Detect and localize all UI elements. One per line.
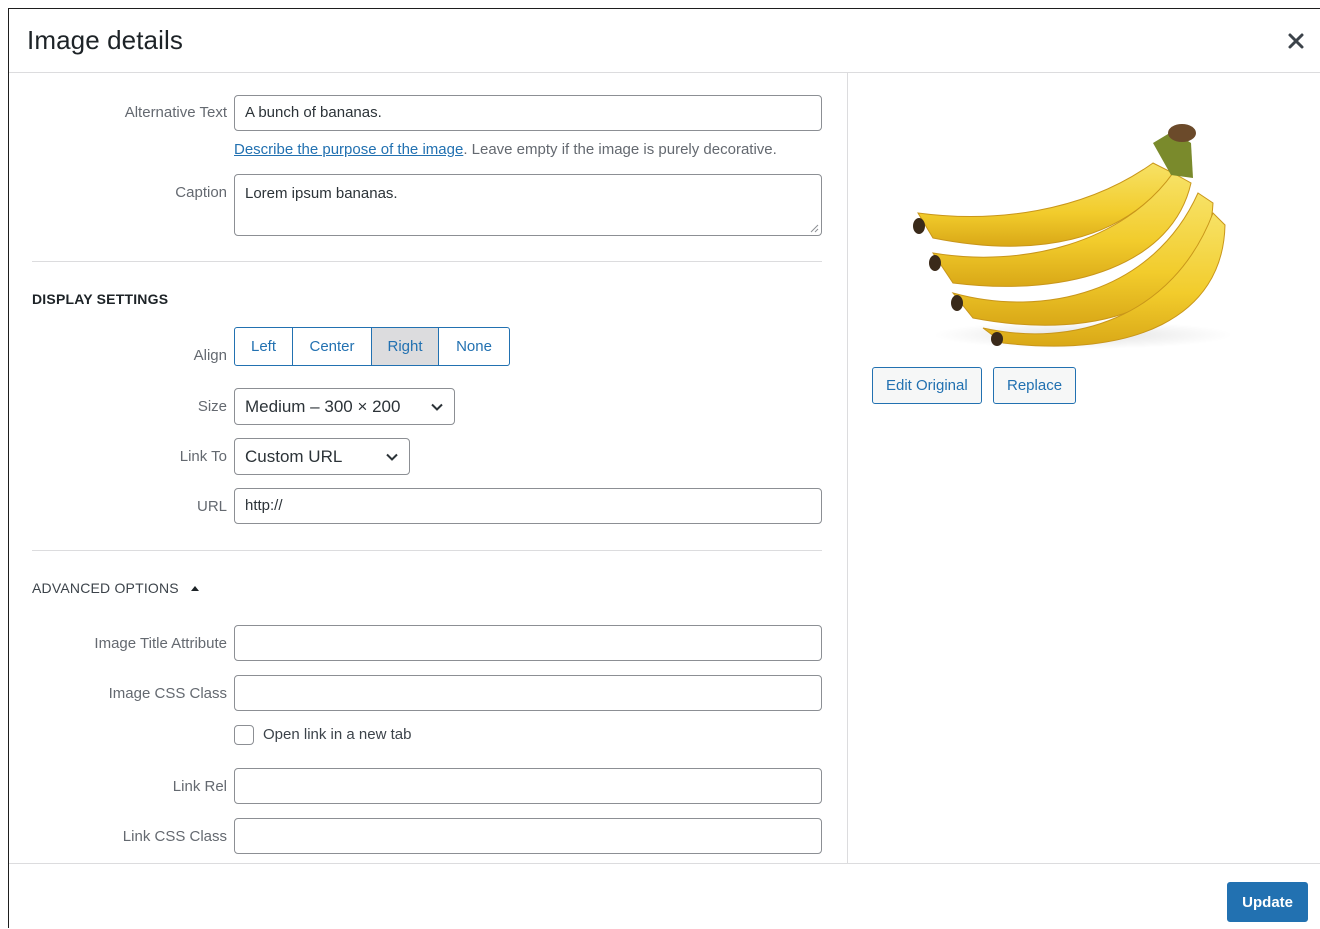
section-divider — [32, 550, 822, 551]
caption-textarea[interactable]: Lorem ipsum bananas. — [234, 174, 822, 236]
open-new-tab-checkbox[interactable] — [234, 725, 254, 745]
link-css-class-input[interactable] — [234, 818, 822, 854]
align-label: Align — [193, 347, 227, 364]
banana-bunch-image — [913, 124, 1233, 349]
settings-pane: Alternative Text A bunch of bananas. Des… — [9, 73, 848, 863]
link-to-label: Link To — [179, 448, 227, 465]
alt-text-label: Alternative Text — [124, 104, 227, 121]
caption-label: Caption — [175, 184, 227, 201]
close-button[interactable] — [1282, 27, 1310, 55]
align-left-button[interactable]: Left — [234, 327, 293, 366]
link-to-select[interactable]: Custom URL — [234, 438, 410, 475]
align-center-button[interactable]: Center — [292, 327, 372, 366]
close-icon — [1288, 33, 1304, 49]
size-label: Size — [197, 398, 227, 415]
url-input[interactable]: http:// — [234, 488, 822, 524]
link-rel-input[interactable] — [234, 768, 822, 804]
replace-button[interactable]: Replace — [993, 367, 1077, 404]
edit-original-button[interactable]: Edit Original — [872, 367, 982, 404]
dialog-title: Image details — [27, 25, 183, 55]
link-to-select-value: Custom URL — [245, 446, 343, 466]
triangle-up-icon — [190, 586, 199, 591]
align-none-button[interactable]: None — [438, 327, 510, 366]
dialog-header: Image details — [9, 9, 1320, 73]
display-settings-heading: Display Settings — [32, 291, 169, 307]
resize-grip-icon[interactable] — [809, 223, 819, 233]
advanced-options-toggle[interactable]: Advanced Options — [32, 580, 201, 596]
image-title-attribute-input[interactable] — [234, 625, 822, 661]
chevron-down-icon — [386, 453, 398, 461]
image-details-dialog: Image details Alternative Text A bunch o… — [8, 8, 1320, 929]
url-label: URL — [196, 498, 227, 515]
alt-text-help-rest: . Leave empty if the image is purely dec… — [463, 141, 777, 158]
alt-text-help: Describe the purpose of the image. Leave… — [234, 141, 777, 158]
advanced-options-heading: Advanced Options — [32, 580, 179, 596]
link-rel-label: Link Rel — [172, 778, 227, 795]
update-button[interactable]: Update — [1227, 882, 1308, 922]
image-css-class-label: Image CSS Class — [108, 685, 227, 702]
align-button-group: Left Center Right None — [234, 327, 510, 366]
size-select[interactable]: Medium – 300 × 200 — [234, 388, 455, 425]
align-right-button[interactable]: Right — [371, 327, 439, 366]
open-new-tab-label[interactable]: Open link in a new tab — [263, 726, 411, 743]
link-css-class-label: Link CSS Class — [122, 828, 227, 845]
alt-text-input[interactable]: A bunch of bananas. — [234, 95, 822, 131]
chevron-down-icon — [431, 403, 443, 411]
image-title-attribute-label: Image Title Attribute — [94, 635, 227, 652]
preview-pane: Edit Original Replace — [848, 73, 1320, 863]
describe-purpose-link[interactable]: Describe the purpose of the image — [234, 141, 463, 158]
section-divider — [32, 261, 822, 262]
size-select-value: Medium – 300 × 200 — [245, 396, 401, 416]
image-css-class-input[interactable] — [234, 675, 822, 711]
caption-text: Lorem ipsum bananas. — [245, 185, 398, 202]
dialog-footer: Update — [9, 863, 1320, 929]
